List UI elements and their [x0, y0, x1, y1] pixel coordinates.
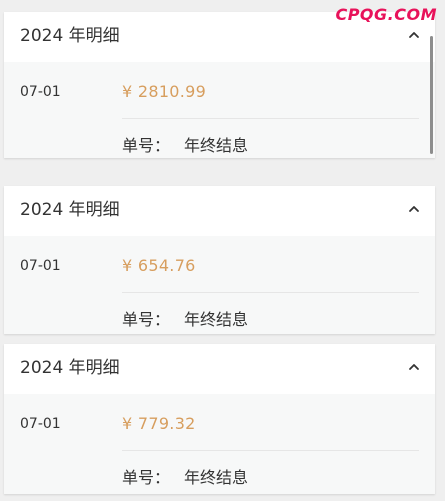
- watermark-logo: CPQG.COM: [335, 5, 437, 24]
- divider: [122, 450, 419, 451]
- chevron-up-icon[interactable]: [407, 202, 421, 216]
- detail-date: 07-01: [20, 416, 61, 432]
- order-label: 单号：: [122, 468, 171, 487]
- card-body: 07-01 ¥ 654.76 单号： 年终结息: [4, 236, 435, 334]
- card-title: 2024 年明细: [20, 26, 120, 46]
- chevron-up-icon[interactable]: [407, 28, 421, 42]
- divider: [122, 292, 419, 293]
- order-label: 单号：: [122, 136, 171, 155]
- card-body: 07-01 ¥ 2810.99 单号： 年终结息: [4, 62, 435, 158]
- detail-amount: ¥ 779.32: [122, 414, 196, 433]
- card-title: 2024 年明细: [20, 358, 120, 378]
- detail-date: 07-01: [20, 84, 61, 100]
- order-label: 单号：: [122, 310, 171, 329]
- card-header[interactable]: 2024 年明细: [4, 186, 435, 234]
- card-title: 2024 年明细: [20, 200, 120, 220]
- detail-amount: ¥ 2810.99: [122, 82, 207, 101]
- detail-amount: ¥ 654.76: [122, 256, 196, 275]
- detail-card: 2024 年明细 07-01 ¥ 2810.99 单号： 年终结息: [4, 12, 435, 158]
- detail-date: 07-01: [20, 258, 61, 274]
- order-row: 单号： 年终结息: [122, 464, 248, 488]
- card-body: 07-01 ¥ 779.32 单号： 年终结息: [4, 394, 435, 494]
- order-row: 单号： 年终结息: [122, 306, 248, 330]
- detail-card: 2024 年明细 07-01 ¥ 779.32 单号： 年终结息: [4, 344, 435, 494]
- chevron-up-icon[interactable]: [407, 360, 421, 374]
- detail-card: 2024 年明细 07-01 ¥ 654.76 单号： 年终结息: [4, 186, 435, 334]
- divider: [122, 118, 419, 119]
- scrollbar[interactable]: [430, 36, 433, 154]
- order-value: 年终结息: [184, 468, 249, 487]
- order-value: 年终结息: [184, 136, 249, 155]
- order-value: 年终结息: [184, 310, 249, 329]
- order-row: 单号： 年终结息: [122, 132, 248, 156]
- card-header[interactable]: 2024 年明细: [4, 344, 435, 392]
